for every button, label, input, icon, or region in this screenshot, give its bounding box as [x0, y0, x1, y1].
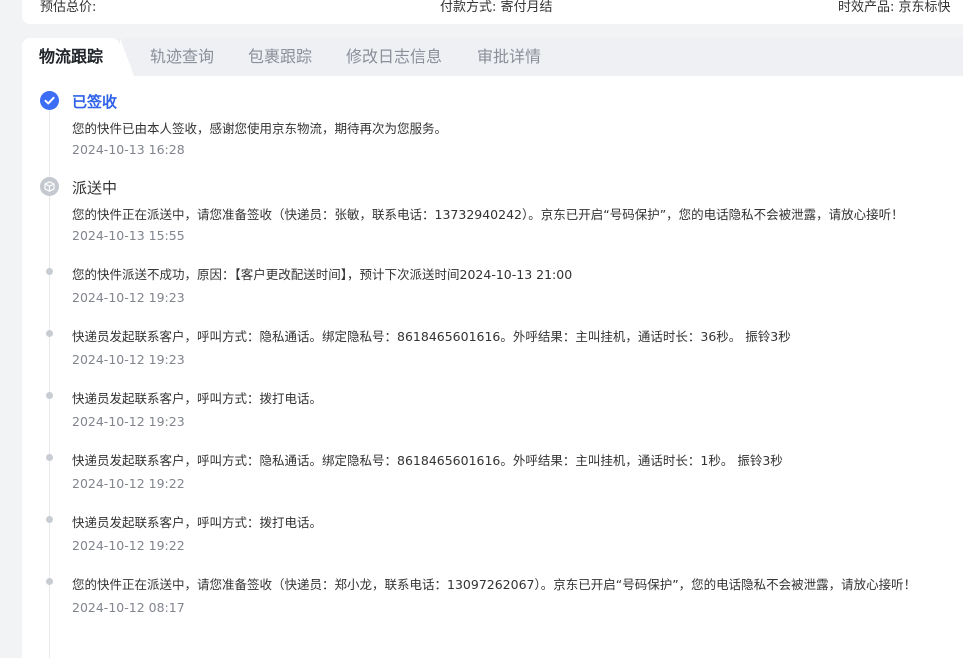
event-time: 2024-10-12 19:22 — [72, 538, 185, 553]
event-time: 2024-10-12 19:23 — [72, 414, 185, 429]
event-description: 您的快件已由本人签收，感谢您使用京东物流，期待再次为您服务。 — [72, 121, 448, 136]
tab-logistics-tracking[interactable]: 物流跟踪 — [22, 38, 120, 76]
order-summary-card: 预估总价: 付款方式: 寄付月结 时效产品: 京东标快 — [22, 0, 963, 24]
timeline-dot-icon — [46, 578, 53, 585]
event-time: 2024-10-13 16:28 — [72, 142, 185, 157]
event-time: 2024-10-12 19:23 — [72, 352, 185, 367]
event-description: 快递员发起联系客户，呼叫方式：拨打电话。 — [72, 391, 323, 406]
timeline-dot-icon — [46, 454, 53, 461]
event-time: 2024-10-12 19:23 — [72, 290, 185, 305]
service-product: 时效产品: 京东标快 — [838, 0, 951, 15]
logistics-panel: 物流跟踪 轨迹查询 包裹跟踪 修改日志信息 审批详情 已签收 您的快件已由本人签… — [22, 38, 963, 658]
estimated-price-label: 预估总价: — [40, 0, 97, 15]
service-product-label: 时效产品: — [838, 0, 895, 15]
event-description: 快递员发起联系客户，呼叫方式：隐私通话。绑定隐私号：8618465601616。… — [72, 329, 791, 344]
event-time: 2024-10-13 15:55 — [72, 228, 185, 243]
status-title: 派送中 — [72, 179, 118, 197]
event-description: 快递员发起联系客户，呼叫方式：隐私通话。绑定隐私号：8618465601616。… — [72, 453, 783, 468]
tab-trajectory-query[interactable]: 轨迹查询 — [150, 38, 214, 76]
status-title: 已签收 — [72, 93, 118, 111]
tab-bar: 物流跟踪 轨迹查询 包裹跟踪 修改日志信息 审批详情 — [22, 38, 963, 76]
event-description: 您的快件派送不成功，原因：【客户更改配送时间】，预计下次派送时间2024-10-… — [72, 267, 573, 282]
delivery-box-icon — [40, 177, 59, 196]
service-product-value: 京东标快 — [898, 0, 951, 15]
tab-package-tracking[interactable]: 包裹跟踪 — [248, 38, 312, 76]
event-description: 您的快件正在派送中，请您准备签收（快递员：郑小龙，联系电话：1309726206… — [72, 577, 917, 592]
timeline-dot-icon — [46, 330, 53, 337]
event-description: 您的快件正在派送中，请您准备签收（快递员：张敏，联系电话：13732940242… — [72, 207, 904, 222]
payment-method-value: 寄付月结 — [500, 0, 553, 15]
timeline-dot-icon — [46, 516, 53, 523]
payment-method-label: 付款方式: — [440, 0, 497, 15]
timeline-dot-icon — [46, 268, 53, 275]
tab-modify-log[interactable]: 修改日志信息 — [346, 38, 442, 76]
check-circle-icon — [40, 91, 59, 110]
tracking-timeline: 已签收 您的快件已由本人签收，感谢您使用京东物流，期待再次为您服务。 2024-… — [22, 76, 963, 658]
event-time: 2024-10-12 08:17 — [72, 600, 185, 615]
tab-approval-details[interactable]: 审批详情 — [477, 38, 541, 76]
timeline-dot-icon — [46, 392, 53, 399]
event-time: 2024-10-12 19:22 — [72, 476, 185, 491]
event-description: 快递员发起联系客户，呼叫方式：拨打电话。 — [72, 515, 323, 530]
payment-method: 付款方式: 寄付月结 — [440, 0, 553, 15]
